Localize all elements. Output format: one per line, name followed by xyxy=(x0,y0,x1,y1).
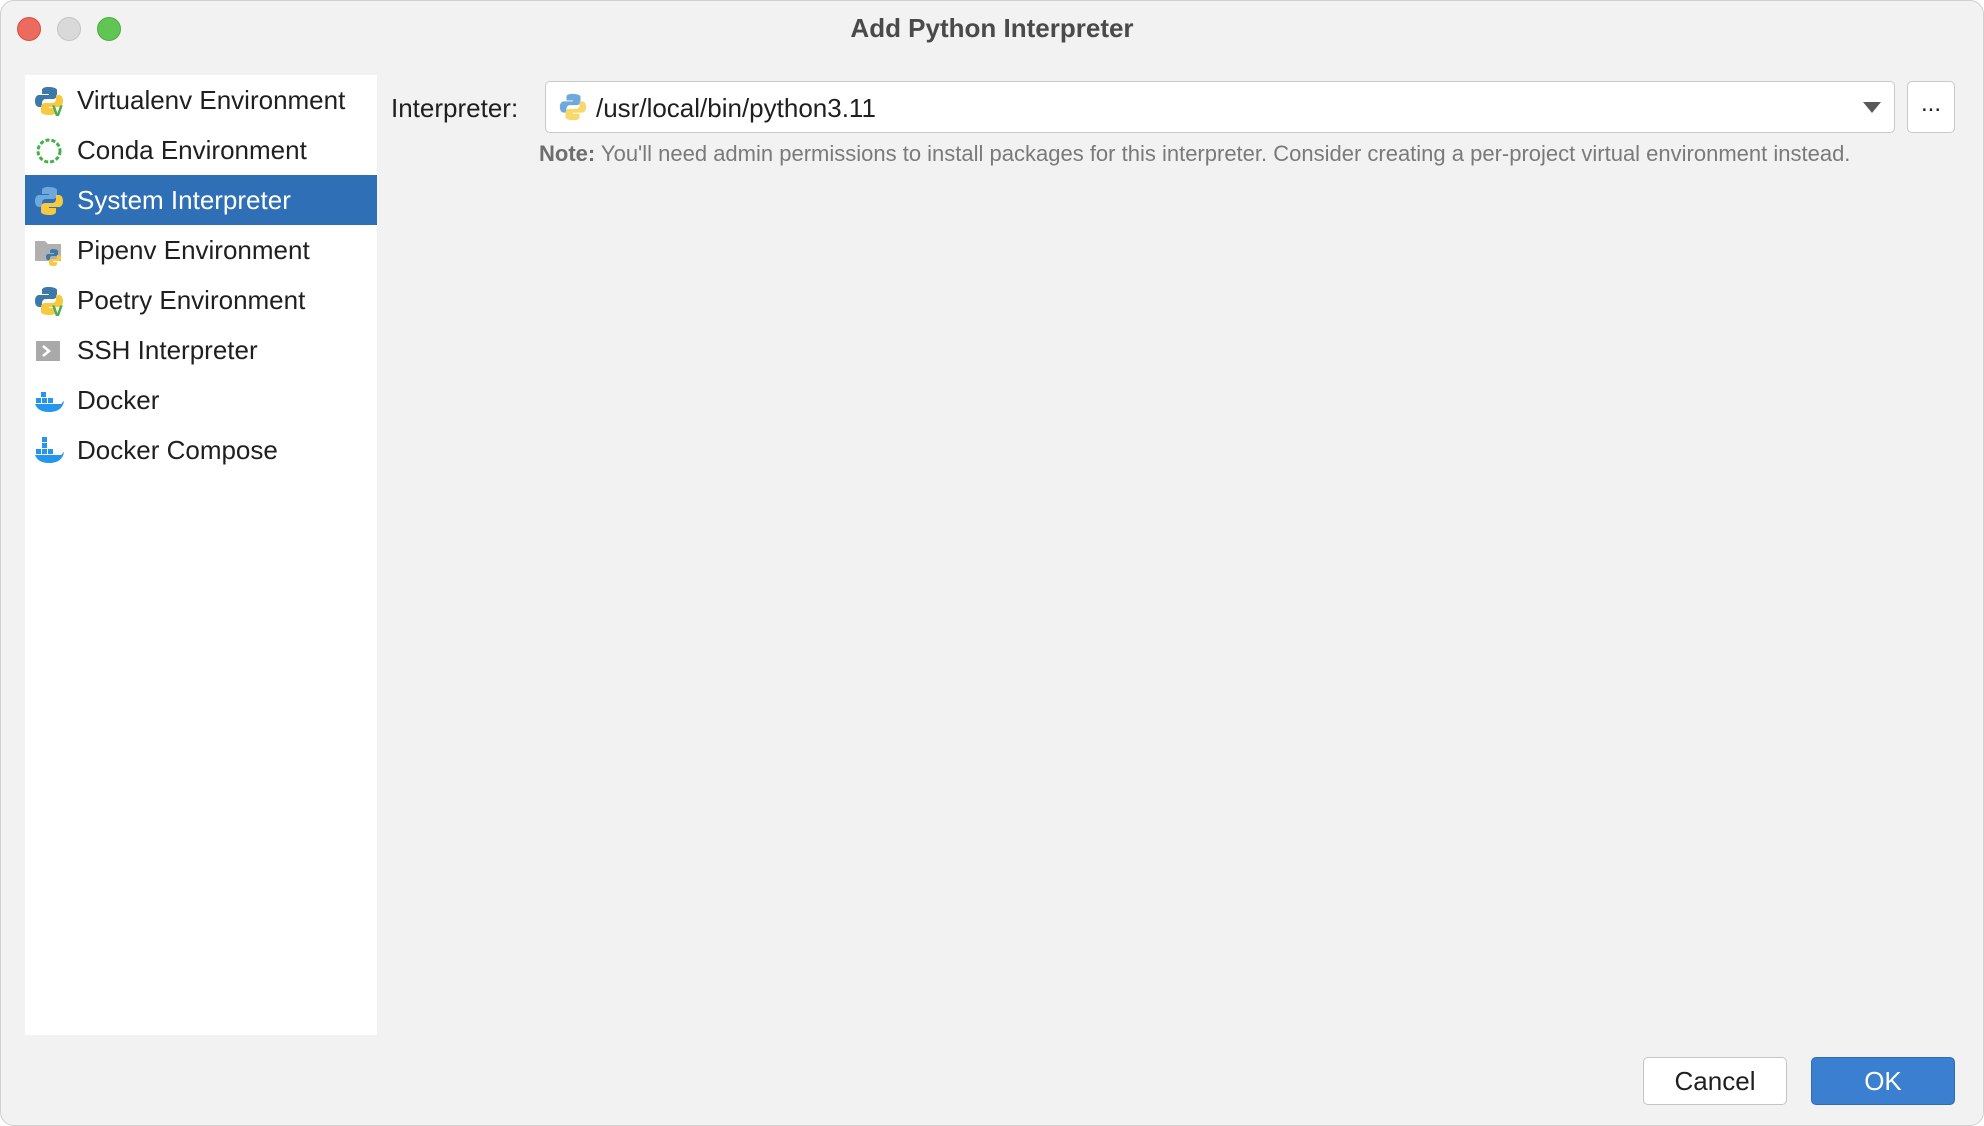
note-prefix: Note: xyxy=(539,141,596,166)
pipenv-icon xyxy=(35,241,61,266)
browse-button[interactable]: ... xyxy=(1907,81,1955,133)
svg-text:V: V xyxy=(52,104,63,117)
sidebar-item-docker[interactable]: Docker xyxy=(25,375,377,425)
note-text: You'll need admin permissions to install… xyxy=(595,141,1851,166)
sidebar-item-docker-compose[interactable]: Docker Compose xyxy=(25,425,377,475)
sidebar-item-label: Conda Environment xyxy=(77,135,307,165)
python-icon xyxy=(559,93,587,121)
sidebar-item-label: System Interpreter xyxy=(77,185,291,215)
sidebar-item-system-interpreter[interactable]: System Interpreter xyxy=(25,175,377,225)
docker-icon xyxy=(35,392,64,412)
chevron-down-icon[interactable] xyxy=(1862,100,1882,114)
dialog-title: Add Python Interpreter xyxy=(850,13,1134,43)
sidebar-item-conda[interactable]: Conda Environment xyxy=(25,125,377,175)
ssh-terminal-icon xyxy=(36,341,60,361)
conda-icon xyxy=(36,138,62,164)
sidebar-item-label: Poetry Environment xyxy=(77,285,306,315)
interpreter-type-list: V Virtualenv Environment Conda Environme… xyxy=(25,75,377,1035)
interpreter-path-value: /usr/local/bin/python3.11 xyxy=(596,93,876,123)
python-venv-icon: V xyxy=(35,87,63,117)
sidebar-item-label: Pipenv Environment xyxy=(77,235,310,265)
sidebar-item-ssh[interactable]: SSH Interpreter xyxy=(25,325,377,375)
docker-compose-icon xyxy=(35,437,64,463)
sidebar-item-label: Virtualenv Environment xyxy=(77,85,346,115)
title-bar: Add Python Interpreter xyxy=(1,1,1983,57)
sidebar-item-label: SSH Interpreter xyxy=(77,335,258,365)
ok-button[interactable]: OK xyxy=(1811,1057,1955,1105)
dialog-window: Add Python Interpreter V Virtualenv Envi… xyxy=(0,0,1984,1126)
interpreter-label: Interpreter: xyxy=(391,93,519,123)
sidebar-item-label: Docker xyxy=(77,385,160,415)
admin-permissions-note: Note: You'll need admin permissions to i… xyxy=(539,141,1850,167)
poetry-icon: V xyxy=(35,287,63,317)
python-icon xyxy=(35,187,63,215)
sidebar-item-pipenv[interactable]: Pipenv Environment xyxy=(25,225,377,275)
svg-text:V: V xyxy=(52,304,63,317)
interpreter-combobox[interactable]: /usr/local/bin/python3.11 xyxy=(545,81,1895,133)
sidebar-item-poetry[interactable]: V Poetry Environment xyxy=(25,275,377,325)
cancel-button[interactable]: Cancel xyxy=(1643,1057,1787,1105)
sidebar-item-virtualenv[interactable]: V Virtualenv Environment xyxy=(25,75,377,125)
sidebar-item-label: Docker Compose xyxy=(77,435,278,465)
